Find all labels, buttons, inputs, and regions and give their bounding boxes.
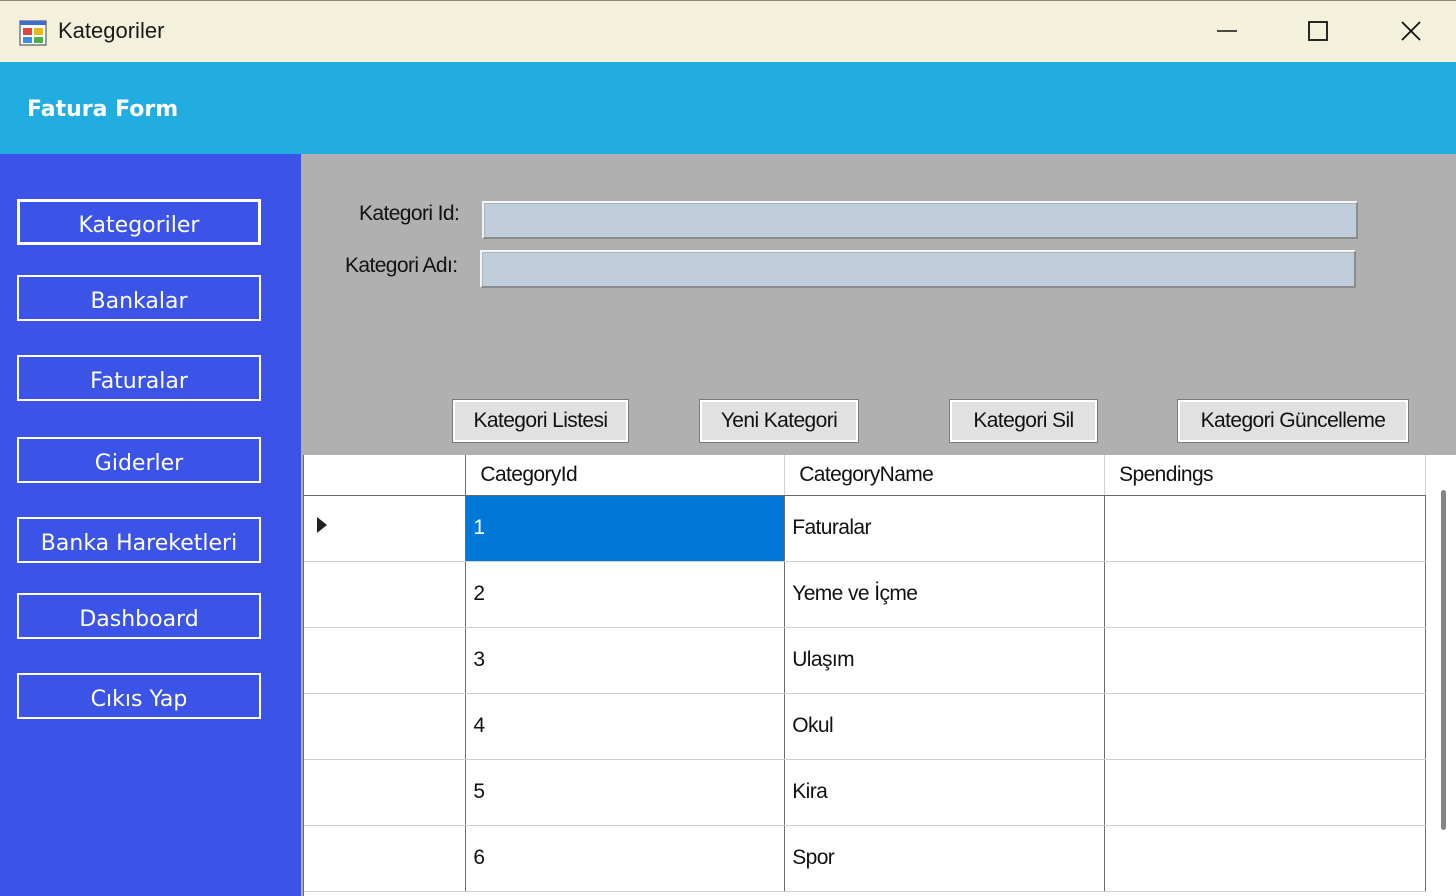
maximize-icon	[1307, 20, 1329, 42]
cell-categoryname[interactable]: Faturalar	[784, 495, 1106, 562]
table-row[interactable]: 5 Kira	[304, 759, 1426, 826]
table-row[interactable]: 6 Spor	[304, 825, 1426, 892]
close-icon	[1400, 20, 1422, 42]
cell-categoryid[interactable]: 2	[465, 561, 786, 628]
minimize-icon	[1216, 20, 1238, 42]
nav-dashboard-button[interactable]: Dashboard	[17, 593, 261, 639]
cell-spendings[interactable]	[1104, 759, 1426, 826]
row-header-corner	[304, 455, 467, 496]
cell-categoryid[interactable]: 1	[465, 495, 786, 562]
grid-scrollbar-thumb[interactable]	[1441, 490, 1446, 830]
cell-categoryname[interactable]: Yeme ve İçme	[784, 561, 1106, 628]
close-button[interactable]	[1386, 11, 1436, 51]
nav-bankalar-button[interactable]: Bankalar	[17, 275, 261, 321]
column-header-categoryname[interactable]: CategoryName	[784, 455, 1106, 496]
cell-spendings[interactable]	[1104, 693, 1426, 760]
nav-giderler-button[interactable]: Giderler	[17, 437, 261, 483]
kategori-id-label: Kategori Id:	[359, 202, 460, 225]
nav-faturalar-button[interactable]: Faturalar	[17, 355, 261, 401]
cell-categoryname[interactable]: Okul	[784, 693, 1106, 760]
cell-categoryid[interactable]: 6	[465, 825, 786, 892]
table-row[interactable]: 4 Okul	[304, 693, 1426, 760]
table-row[interactable]: 2 Yeme ve İçme	[304, 561, 1426, 628]
row-header[interactable]	[304, 825, 467, 892]
sidebar: Kategoriler Bankalar Faturalar Giderler …	[0, 154, 301, 896]
categories-table: CategoryId CategoryName Spendings 1 Fatu…	[304, 455, 1426, 892]
cell-categoryname[interactable]: Kira	[784, 759, 1106, 826]
nav-kategoriler-button[interactable]: Kategoriler	[17, 199, 261, 245]
row-pointer-icon	[316, 516, 328, 539]
kategori-adi-label: Kategori Adı:	[345, 254, 458, 277]
nav-banka-hareketleri-button[interactable]: Banka Hareketleri	[17, 517, 261, 563]
column-header-categoryid[interactable]: CategoryId	[465, 455, 786, 496]
cell-categoryname[interactable]: Spor	[784, 825, 1106, 892]
kategori-guncelleme-button[interactable]: Kategori Güncelleme	[1177, 399, 1409, 443]
cell-categoryid[interactable]: 4	[465, 693, 786, 760]
nav-logout-button[interactable]: Cıkıs Yap	[17, 673, 261, 719]
cell-categoryname[interactable]: Ulaşım	[784, 627, 1106, 694]
minimize-button[interactable]	[1202, 11, 1252, 51]
row-header[interactable]	[304, 495, 467, 562]
cell-spendings[interactable]	[1104, 627, 1426, 694]
kategori-id-input[interactable]	[482, 201, 1358, 239]
cell-categoryid[interactable]: 5	[465, 759, 786, 826]
row-header[interactable]	[304, 759, 467, 826]
grid-header-row: CategoryId CategoryName Spendings	[304, 455, 1426, 496]
window-title: Kategoriler	[58, 18, 165, 43]
maximize-button[interactable]	[1293, 11, 1343, 51]
cell-categoryid[interactable]: 3	[465, 627, 786, 694]
kategori-sil-button[interactable]: Kategori Sil	[949, 399, 1098, 443]
app-icon	[19, 20, 47, 46]
cell-spendings[interactable]	[1104, 495, 1426, 562]
table-row[interactable]: 3 Ulaşım	[304, 627, 1426, 694]
cell-spendings[interactable]	[1104, 561, 1426, 628]
title-bar: Kategoriler	[0, 0, 1456, 62]
kategori-listesi-button[interactable]: Kategori Listesi	[452, 399, 629, 443]
column-header-spendings[interactable]: Spendings	[1104, 455, 1426, 496]
categories-grid[interactable]: CategoryId CategoryName Spendings 1 Fatu…	[303, 455, 1426, 896]
header-title: Fatura Form	[27, 97, 179, 122]
yeni-kategori-button[interactable]: Yeni Kategori	[699, 399, 859, 443]
header-band: Fatura Form	[0, 62, 1456, 154]
row-header[interactable]	[304, 627, 467, 694]
cell-spendings[interactable]	[1104, 825, 1426, 892]
kategori-adi-input[interactable]	[480, 250, 1356, 288]
table-row[interactable]: 1 Faturalar	[304, 495, 1426, 562]
row-header[interactable]	[304, 561, 467, 628]
row-header[interactable]	[304, 693, 467, 760]
